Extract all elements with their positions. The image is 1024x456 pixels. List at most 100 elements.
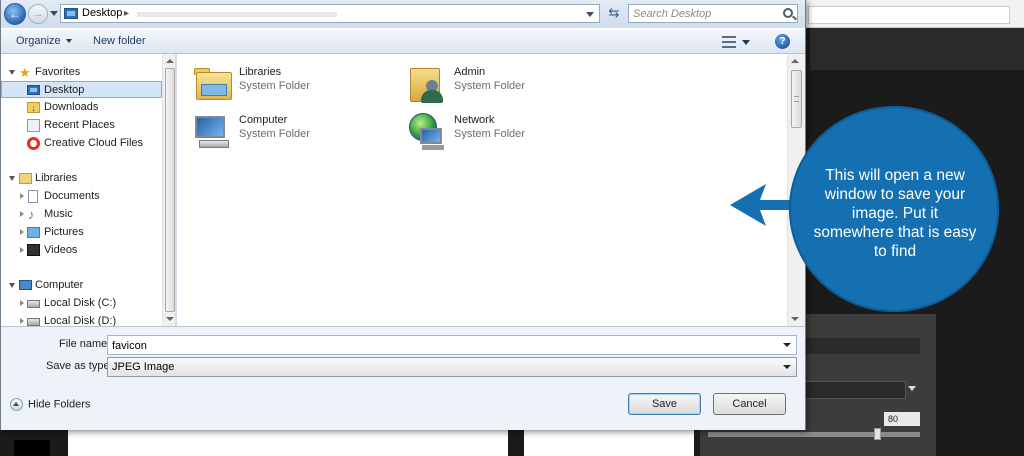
scroll-up-icon[interactable] [166, 59, 174, 63]
search-icon[interactable] [783, 8, 793, 18]
new-folder-button[interactable]: New folder [93, 35, 146, 47]
sidebar-item-label: Recent Places [44, 119, 115, 131]
address-box[interactable]: Desktop ▸ [60, 4, 600, 23]
file-name-dropdown-icon[interactable] [783, 343, 791, 347]
save-as-type-label: Save as type: [46, 360, 113, 372]
collapsed-triangle-icon[interactable] [20, 193, 24, 199]
sidebar-item-videos[interactable]: Videos [1, 242, 162, 259]
collapsed-triangle-icon[interactable] [20, 318, 24, 324]
hide-folders-button[interactable]: Hide Folders [10, 398, 90, 411]
sidebar-item-music[interactable]: ♪ Music [1, 206, 162, 223]
collapsed-triangle-icon[interactable] [20, 247, 24, 253]
command-toolbar: Organize New folder ? [1, 28, 805, 54]
save-button[interactable]: Save [628, 393, 701, 415]
sidebar-item-recent-places[interactable]: Recent Places [1, 117, 162, 134]
save-as-type-dropdown-icon [783, 365, 791, 369]
background-number-field[interactable]: 80 [884, 412, 920, 426]
address-dropdown-icon[interactable] [586, 12, 594, 17]
address-bar: ← → Desktop ▸ ⇆ [1, 0, 805, 28]
sidebar-item-documents[interactable]: Documents [1, 188, 162, 205]
file-name-input[interactable] [112, 338, 772, 353]
sidebar-item-label: Music [44, 208, 73, 220]
scroll-down-icon[interactable] [791, 317, 799, 321]
nav-group-label: Favorites [35, 66, 81, 78]
item-type: System Folder [239, 128, 310, 140]
help-icon[interactable]: ? [775, 34, 790, 49]
background-slider-track[interactable] [708, 432, 920, 437]
scroll-thumb[interactable] [791, 70, 802, 128]
hide-folders-label: Hide Folders [28, 398, 91, 411]
libraries-icon [19, 173, 32, 184]
background-select-caret-icon [908, 386, 916, 391]
background-header-strip [810, 28, 1024, 70]
recent-locations-dropdown-icon[interactable] [50, 11, 58, 16]
item-type: System Folder [454, 80, 525, 92]
background-slider-thumb[interactable] [874, 428, 881, 440]
organize-label: Organize [16, 35, 61, 47]
organize-button[interactable]: Organize [16, 35, 72, 47]
sidebar-item-downloads[interactable]: Downloads [1, 99, 162, 117]
scroll-up-icon[interactable] [791, 59, 799, 63]
nav-group-computer[interactable]: Computer [1, 277, 162, 294]
hard-drive-icon [27, 318, 40, 326]
item-type: System Folder [239, 80, 310, 92]
nav-group-label: Libraries [35, 172, 78, 184]
change-view-icon[interactable] [722, 36, 736, 48]
videos-icon [27, 244, 40, 256]
scroll-down-icon[interactable] [166, 317, 174, 321]
background-black-square [14, 440, 50, 456]
navigation-pane: ★ Favorites Desktop Downloads Recent Pla… [1, 54, 176, 326]
address-redacted-path [137, 12, 337, 17]
pictures-icon [27, 227, 40, 238]
back-button[interactable]: ← [4, 3, 26, 25]
cancel-button[interactable]: Cancel [713, 393, 786, 415]
sidebar-item-local-disk-c[interactable]: Local Disk (C:) [1, 295, 162, 312]
item-name: Admin [454, 66, 486, 78]
item-type: System Folder [454, 128, 525, 140]
collapsed-triangle-icon[interactable] [20, 229, 24, 235]
refresh-icon[interactable]: ⇆ [603, 4, 625, 23]
user-folder-icon [408, 64, 448, 104]
list-item-admin[interactable]: Admin System Folder [408, 64, 608, 108]
collapsed-triangle-icon[interactable] [20, 211, 24, 217]
collapsed-triangle-icon[interactable] [20, 300, 24, 306]
background-white-box [524, 430, 694, 456]
documents-icon [28, 190, 38, 203]
sidebar-item-creative-cloud-files[interactable]: Creative Cloud Files [1, 135, 162, 152]
view-options-dropdown-icon[interactable] [742, 40, 750, 45]
file-name-label: File name: [59, 338, 111, 350]
nav-group-libraries[interactable]: Libraries [1, 170, 162, 187]
sidebar-item-label: Local Disk (D:) [44, 315, 117, 326]
sidebar-item-label: Creative Cloud Files [44, 137, 144, 149]
save-as-type-select[interactable]: JPEG Image [107, 357, 797, 377]
sidebar-item-desktop[interactable]: Desktop [1, 81, 162, 98]
sidebar-item-pictures[interactable]: Pictures [1, 224, 162, 241]
list-item-network[interactable]: Network System Folder [408, 112, 608, 156]
forward-button[interactable]: → [28, 4, 48, 24]
address-location[interactable]: Desktop [82, 7, 122, 19]
desktop-icon [64, 8, 78, 19]
nav-pane-scrollbar[interactable] [162, 54, 175, 326]
expanded-triangle-icon[interactable] [9, 70, 15, 75]
nav-group-favorites[interactable]: ★ Favorites [1, 64, 162, 81]
breadcrumb-chevron-icon[interactable]: ▸ [124, 8, 129, 19]
background-white-box [68, 430, 508, 456]
sidebar-item-label: Local Disk (C:) [44, 297, 117, 309]
scroll-thumb[interactable] [165, 68, 175, 312]
expanded-triangle-icon[interactable] [9, 176, 15, 181]
network-icon [408, 112, 448, 152]
sidebar-item-label: Videos [44, 244, 78, 256]
background-toolbar [800, 0, 1024, 28]
search-input[interactable] [633, 6, 773, 21]
sidebar-item-local-disk-d[interactable]: Local Disk (D:) [1, 313, 162, 326]
callout-arrow-icon [730, 184, 798, 226]
list-item-computer[interactable]: Computer System Folder [193, 112, 393, 156]
save-panel: File name: Save as type: JPEG Image Hide… [1, 326, 805, 430]
star-icon: ★ [19, 65, 31, 80]
expanded-triangle-icon[interactable] [9, 283, 15, 288]
libraries-icon [193, 64, 233, 104]
file-list: Libraries System Folder Admin System Fol… [177, 54, 787, 326]
computer-icon [19, 280, 32, 290]
item-name: Computer [239, 114, 288, 126]
list-item-libraries[interactable]: Libraries System Folder [193, 64, 393, 108]
